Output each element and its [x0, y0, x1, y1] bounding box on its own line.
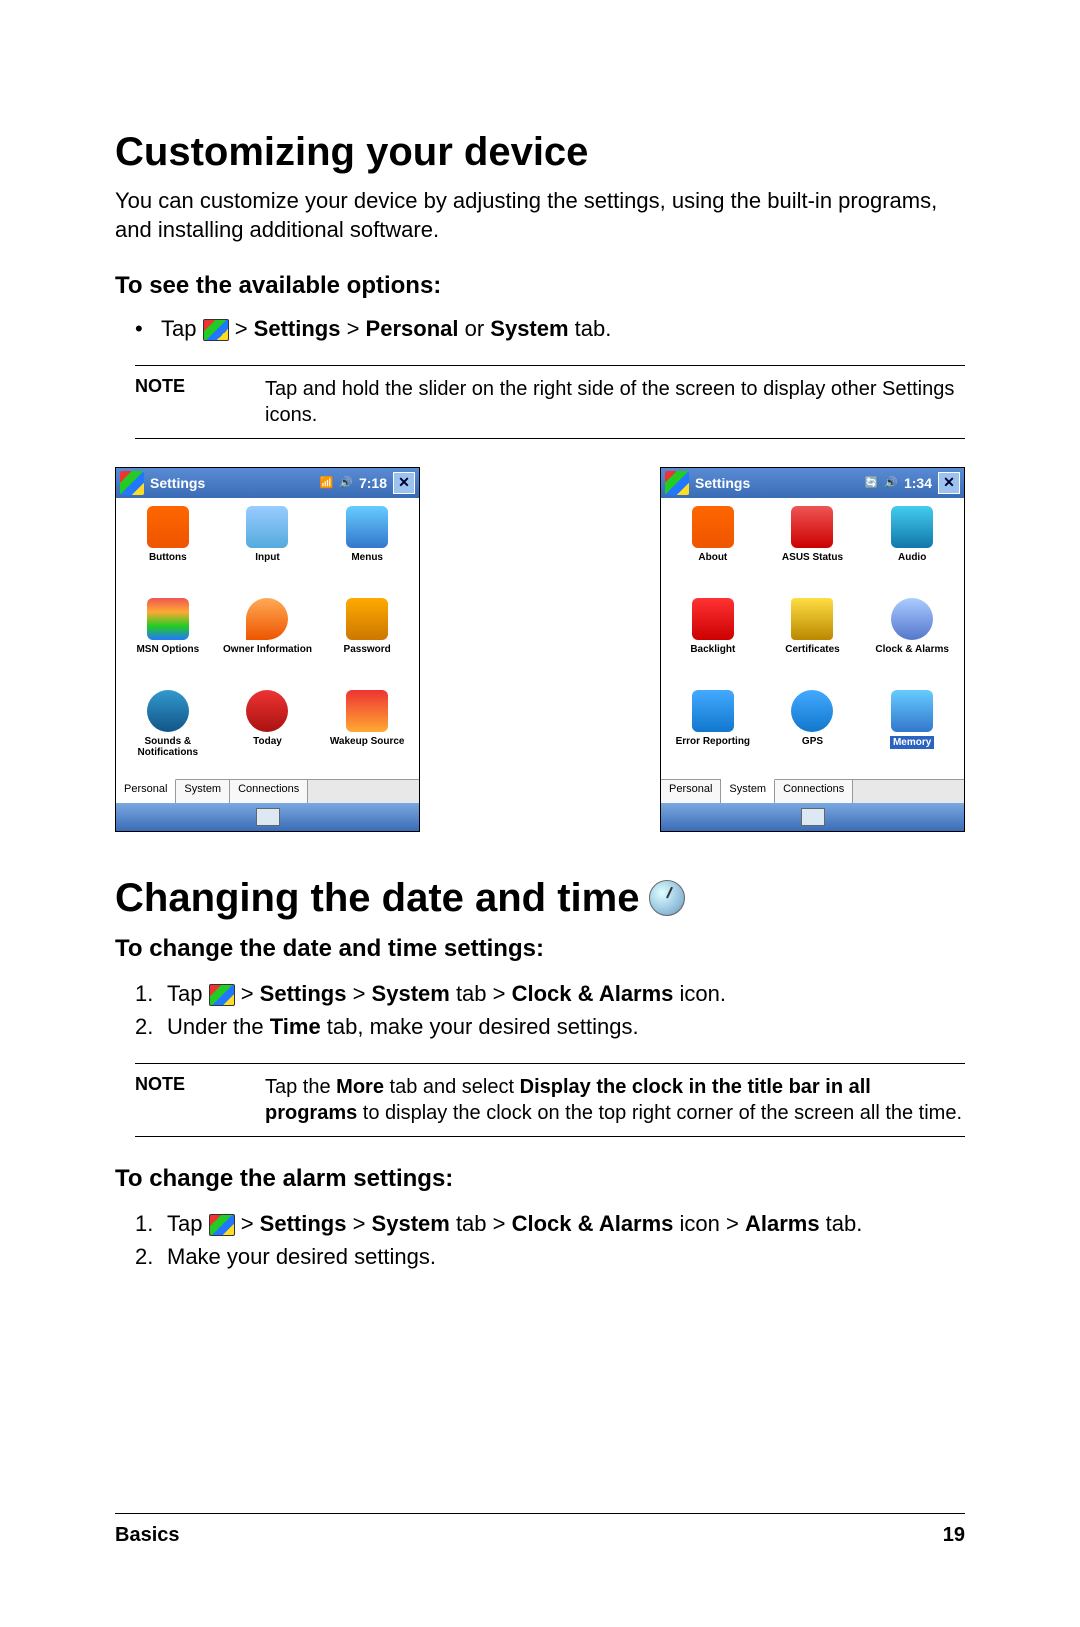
settings-item: Backlight	[665, 598, 761, 686]
settings-item: About	[665, 506, 761, 594]
step-al-1: Tap > Settings > System tab > Clock & Al…	[135, 1207, 965, 1240]
settings-item: GPS	[765, 690, 861, 778]
page-footer: Basics 19	[115, 1513, 965, 1547]
start-icon	[203, 319, 229, 341]
settings-item: Error Reporting	[665, 690, 761, 778]
start-icon	[665, 471, 689, 495]
settings-item: Owner Information	[220, 598, 316, 686]
settings-item: Today	[220, 690, 316, 778]
note-label: NOTE	[135, 1074, 265, 1126]
step-dt-2: Under the Time tab, make your desired se…	[135, 1010, 965, 1043]
tab-personal: Personal	[116, 779, 176, 803]
intro-text: You can customize your device by adjusti…	[115, 187, 965, 244]
start-icon	[209, 1214, 235, 1236]
footer-page-number: 19	[943, 1524, 965, 1547]
tab-connections: Connections	[775, 780, 853, 803]
settings-item: Buttons	[120, 506, 216, 594]
step-al-2: Make your desired settings.	[135, 1240, 965, 1273]
note-1: NOTE Tap and hold the slider on the righ…	[135, 365, 965, 439]
tab-system: System	[176, 780, 230, 803]
settings-item: ASUS Status	[765, 506, 861, 594]
subhead-options: To see the available options:	[115, 272, 965, 300]
settings-item: MSN Options	[120, 598, 216, 686]
wm-time: 7:18	[359, 475, 387, 491]
page-title: Customizing your device	[115, 130, 965, 175]
wm-tabs: Personal System Connections	[661, 779, 964, 803]
note-2: NOTE Tap the More tab and select Display…	[135, 1063, 965, 1137]
wm-title-text: Settings	[150, 475, 205, 491]
subhead-alarm: To change the alarm settings:	[115, 1165, 965, 1193]
bullet-options: Tap > Settings > Personal or System tab.	[135, 314, 965, 345]
footer-section: Basics	[115, 1524, 180, 1547]
start-icon	[209, 984, 235, 1006]
tab-personal: Personal	[661, 780, 721, 803]
close-icon: ✕	[938, 472, 960, 494]
wm-bottombar	[116, 803, 419, 831]
note-label: NOTE	[135, 376, 265, 428]
keyboard-icon	[801, 808, 825, 826]
settings-item: Menus	[319, 506, 415, 594]
settings-item: Clock & Alarms	[864, 598, 960, 686]
tab-connections: Connections	[230, 780, 308, 803]
settings-item: Password	[319, 598, 415, 686]
screenshot-system: Settings 🔄 🔊 1:34 ✕ About ASUS Status Au…	[660, 467, 965, 832]
subhead-date-time: To change the date and time settings:	[115, 935, 965, 963]
heading-date-time: Changing the date and time	[115, 876, 965, 921]
wm-titlebar: Settings 🔄 🔊 1:34 ✕	[661, 468, 964, 498]
note-text: Tap and hold the slider on the right sid…	[265, 376, 965, 428]
wm-tabs: Personal System Connections	[116, 779, 419, 803]
close-icon: ✕	[393, 472, 415, 494]
wm-title-text: Settings	[695, 475, 750, 491]
step-dt-1: Tap > Settings > System tab > Clock & Al…	[135, 977, 965, 1010]
settings-item-selected: Memory	[864, 690, 960, 778]
keyboard-icon	[256, 808, 280, 826]
clock-icon	[649, 880, 685, 916]
note-text: Tap the More tab and select Display the …	[265, 1074, 965, 1126]
screenshot-personal: Settings 📶 🔊 7:18 ✕ Buttons Input Menus …	[115, 467, 420, 832]
settings-item: Sounds & Notifications	[120, 690, 216, 778]
wm-time: 1:34	[904, 475, 932, 491]
wm-titlebar: Settings 📶 🔊 7:18 ✕	[116, 468, 419, 498]
start-icon	[120, 471, 144, 495]
settings-item: Certificates	[765, 598, 861, 686]
wm-bottombar	[661, 803, 964, 831]
settings-item: Wakeup Source	[319, 690, 415, 778]
settings-item: Audio	[864, 506, 960, 594]
tab-system: System	[721, 779, 775, 803]
settings-item: Input	[220, 506, 316, 594]
